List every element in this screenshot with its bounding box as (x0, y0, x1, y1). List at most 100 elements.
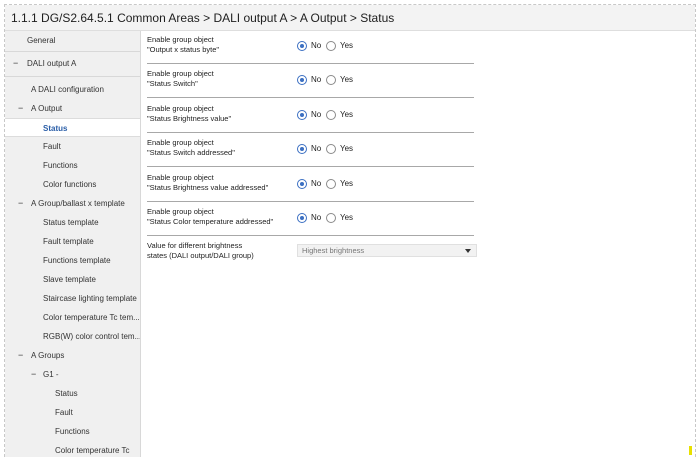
radio-circle[interactable] (326, 110, 336, 120)
sidebar-item-label: A Output (31, 104, 63, 113)
sidebar-item-g1[interactable]: − G1 - (5, 365, 140, 384)
sidebar-item-staircase-lighting-template[interactable]: Staircase lighting template (5, 289, 140, 308)
sidebar-item-g1-color-temperature[interactable]: Color temperature Tc (5, 441, 140, 457)
sidebar-item-a-groups[interactable]: − A Groups (5, 346, 140, 365)
sidebar-item-label: Slave template (43, 275, 96, 284)
chevron-down-icon[interactable] (465, 249, 471, 253)
radio-label: Yes (340, 75, 354, 84)
sidebar-item-status-template[interactable]: Status template (5, 213, 140, 232)
param-label-line: states (DALI output/DALI group) (147, 251, 254, 260)
sidebar-item-label: Color temperature Tc (55, 446, 130, 455)
collapse-icon[interactable]: − (31, 365, 36, 384)
param-label-line: "Status Brightness value addressed" (147, 183, 269, 192)
brightness-dropdown[interactable]: Highest brightness (297, 244, 477, 257)
sidebar-item-color-temperature-template[interactable]: Color temperature Tc tem... (5, 308, 140, 327)
sidebar-item-label: Status (55, 389, 78, 398)
sidebar-item-label: Fault (55, 408, 73, 417)
radio-circle[interactable] (326, 179, 336, 189)
param-label-line: Enable group object (147, 69, 214, 78)
param-label: Enable group object "Status Brightness v… (147, 173, 297, 193)
sidebar-separator (5, 76, 140, 77)
param-row-status-switch: Enable group object "Status Switch" No Y… (147, 69, 474, 98)
sidebar-item-a-dali-configuration[interactable]: A DALI configuration (5, 80, 140, 99)
sidebar-separator (5, 51, 140, 52)
radio-label: No (311, 110, 322, 119)
sidebar-item-color-functions[interactable]: Color functions (5, 175, 140, 194)
sidebar-item-status[interactable]: Status (5, 118, 140, 137)
sidebar-item-functions[interactable]: Functions (5, 156, 140, 175)
sidebar-item-label: Functions (55, 427, 90, 436)
radio-circle-checked[interactable] (297, 213, 307, 223)
param-row-output-status-byte: Enable group object "Output x status byt… (147, 35, 474, 64)
sidebar-item-g1-functions[interactable]: Functions (5, 422, 140, 441)
breadcrumb: 1.1.1 DG/S2.64.5.1 Common Areas > DALI o… (5, 5, 695, 31)
sidebar-item-label: A Group/ballast x template (31, 199, 125, 208)
parameter-panel: Enable group object "Output x status byt… (141, 31, 695, 457)
radio-label: Yes (340, 41, 354, 50)
sidebar-item-a-output[interactable]: − A Output (5, 99, 140, 118)
sidebar-item-fault-template[interactable]: Fault template (5, 232, 140, 251)
radio-label: Yes (340, 179, 354, 188)
radio-label: No (311, 213, 322, 222)
param-label-line: Enable group object (147, 104, 214, 113)
param-label-line: "Status Switch addressed" (147, 148, 235, 157)
sidebar-item-rgbw-color-control-template[interactable]: RGB(W) color control tem... (5, 327, 140, 346)
collapse-icon[interactable]: − (13, 54, 18, 73)
param-label: Value for different brightness states (D… (147, 241, 297, 261)
radio-circle-checked[interactable] (297, 41, 307, 51)
radio-circle[interactable] (326, 144, 336, 154)
collapse-icon[interactable]: − (18, 99, 23, 118)
radio-label: No (311, 179, 322, 188)
param-row-status-color-temperature-addressed: Enable group object "Status Color temper… (147, 207, 474, 236)
sidebar-item-label: DALI output A (27, 59, 77, 68)
sidebar-item-label: A DALI configuration (31, 85, 104, 94)
param-label-line: Enable group object (147, 35, 214, 44)
sidebar-item-label: Color temperature Tc tem... (43, 313, 140, 322)
sidebar-item-label: Status template (43, 218, 99, 227)
sidebar-item-label: Fault template (43, 237, 94, 246)
radio-circle[interactable] (326, 41, 336, 51)
param-label-line: Enable group object (147, 173, 214, 182)
sidebar-item-label: G1 - (43, 370, 59, 379)
radio-label: Yes (340, 110, 354, 119)
sidebar-item-general[interactable]: General (5, 31, 140, 50)
sidebar-item-dali-output-a[interactable]: − DALI output A (5, 54, 140, 73)
collapse-icon[interactable]: − (18, 346, 23, 365)
param-label-line: Enable group object (147, 138, 214, 147)
sidebar-item-label: Fault (43, 142, 61, 151)
param-label: Enable group object "Status Color temper… (147, 207, 297, 227)
radio-circle[interactable] (326, 75, 336, 85)
param-label-line: "Status Switch" (147, 79, 198, 88)
param-label-line: "Status Color temperature addressed" (147, 217, 274, 226)
param-row-status-switch-addressed: Enable group object "Status Switch addre… (147, 138, 474, 167)
sidebar-item-label: Staircase lighting template (43, 294, 137, 303)
param-row-status-brightness-value-addressed: Enable group object "Status Brightness v… (147, 173, 474, 202)
param-label-line: "Output x status byte" (147, 45, 220, 54)
dropdown-value: Highest brightness (302, 246, 365, 255)
sidebar-item-g1-fault[interactable]: Fault (5, 403, 140, 422)
param-label: Enable group object "Status Brightness v… (147, 104, 297, 124)
radio-circle[interactable] (326, 213, 336, 223)
radio-circle-checked[interactable] (297, 179, 307, 189)
param-label: Enable group object "Output x status byt… (147, 35, 297, 55)
radio-label: Yes (340, 213, 354, 222)
sidebar-item-g1-status[interactable]: Status (5, 384, 140, 403)
sidebar-item-slave-template[interactable]: Slave template (5, 270, 140, 289)
radio-circle-checked[interactable] (297, 110, 307, 120)
radio-circle-checked[interactable] (297, 75, 307, 85)
radio-label: No (311, 144, 322, 153)
sidebar-item-label: Functions template (43, 256, 111, 265)
param-label: Enable group object "Status Switch addre… (147, 138, 297, 158)
sidebar-item-functions-template[interactable]: Functions template (5, 251, 140, 270)
corner-marker (689, 446, 692, 455)
radio-circle-checked[interactable] (297, 144, 307, 154)
param-label-line: Enable group object (147, 207, 214, 216)
sidebar-item-label: A Groups (31, 351, 65, 360)
param-label-line: "Status Brightness value" (147, 114, 232, 123)
param-label-line: Value for different brightness (147, 241, 243, 250)
sidebar: General − DALI output A A DALI configura… (5, 31, 141, 457)
sidebar-item-label: Status (43, 124, 68, 133)
sidebar-item-fault[interactable]: Fault (5, 137, 140, 156)
collapse-icon[interactable]: − (18, 194, 23, 213)
sidebar-item-a-group-ballast-template[interactable]: − A Group/ballast x template (5, 194, 140, 213)
